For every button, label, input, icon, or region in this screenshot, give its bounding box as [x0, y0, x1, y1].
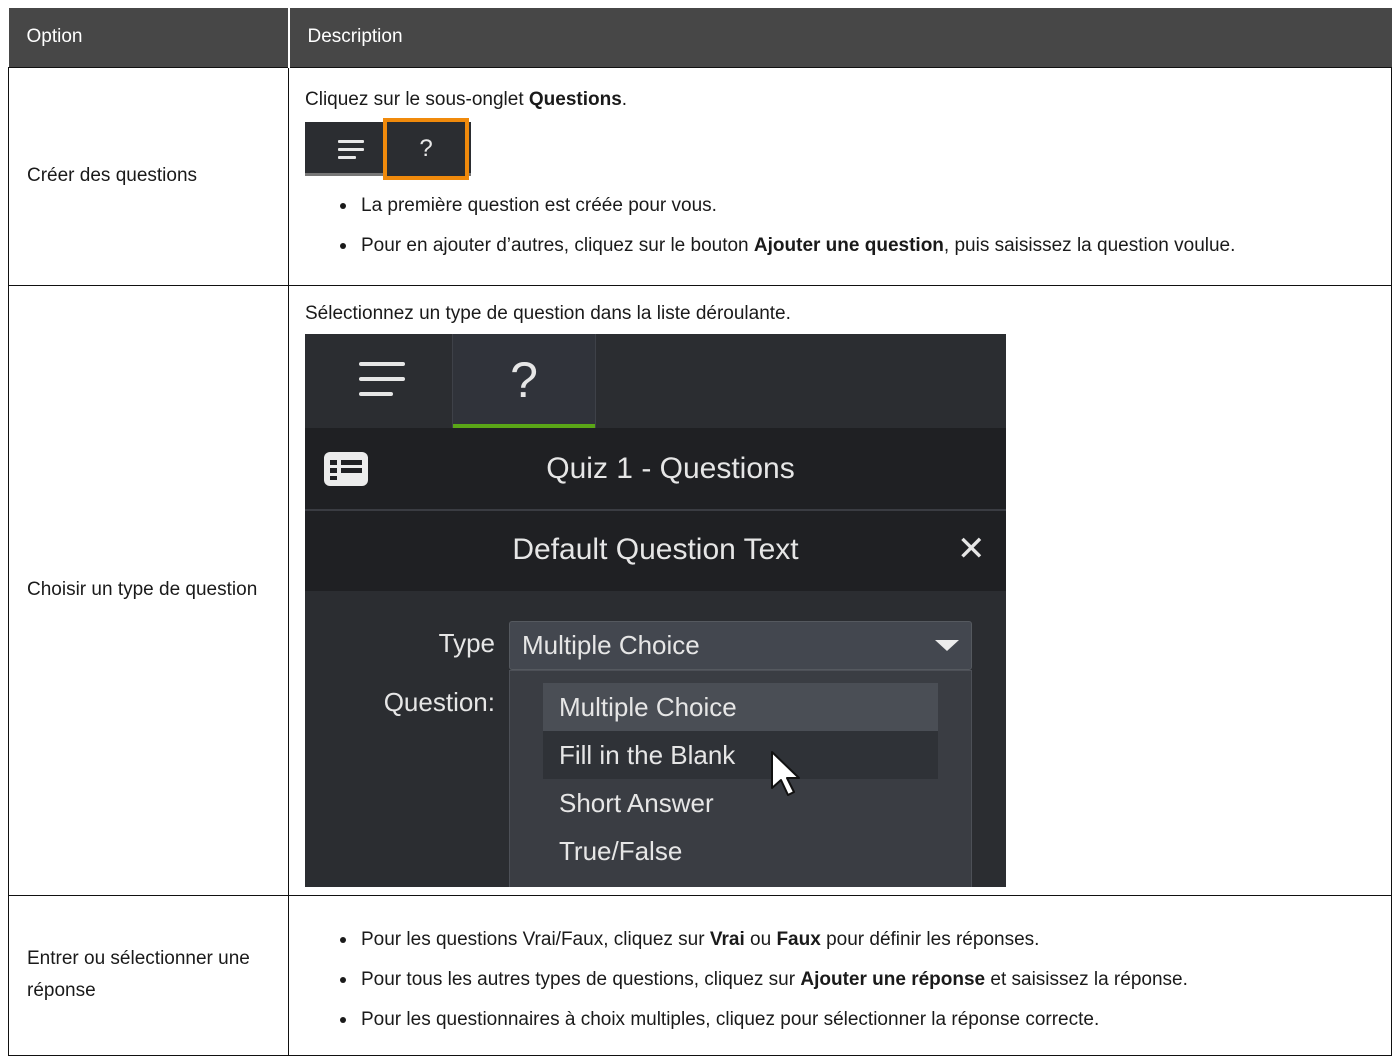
tab-bar: ?	[305, 333, 1006, 428]
dropdown-option: Short Answer	[559, 787, 714, 818]
options-table: Option Description Créer des questions C…	[8, 8, 1392, 1056]
list-item: Pour les questionnaires à choix multiple…	[340, 1000, 1375, 1040]
mouse-cursor-icon	[771, 750, 800, 796]
question-mark-icon: ?	[419, 135, 433, 162]
description-intro: Sélectionnez un type de question dans la…	[305, 302, 791, 324]
questions-subtab-screenshot: ?	[305, 118, 471, 180]
description-cell: Pour les questions Vrai/Faux, cliquez su…	[288, 894, 1392, 1056]
question-title: Default Question Text	[512, 532, 799, 566]
table-row: Entrer ou sélectionner une réponse Pour …	[8, 894, 1392, 1056]
list-item: Pour tous les autres types de questions,…	[340, 960, 1375, 1000]
table-row: Choisir un type de question Sélectionnez…	[8, 284, 1392, 896]
tab-questions: ?	[452, 333, 596, 428]
table-header-row: Option Description	[8, 8, 1392, 67]
question-header: Default Question Text ✕	[305, 510, 1006, 591]
dropdown-option: Fill in the Blank	[543, 730, 938, 779]
question-type-dropdown-screenshot: ? Quiz 1 - Questions Default Question Te…	[305, 333, 1006, 887]
option-cell: Entrer ou sélectionner une réponse	[8, 894, 289, 1056]
quiz-title: Quiz 1 - Questions	[546, 451, 795, 485]
type-select-value: Multiple Choice	[522, 629, 700, 660]
quiz-header: Quiz 1 - Questions	[305, 427, 1006, 511]
type-dropdown-list: Multiple Choice Fill in the Blank Short …	[509, 669, 972, 887]
option-cell: Créer des questions	[8, 66, 289, 286]
description-cell: Cliquez sur le sous-onglet Questions. ? …	[288, 66, 1392, 286]
header-option: Option	[8, 8, 290, 67]
list-item: La première question est créée pour vous…	[340, 186, 1375, 226]
description-cell: Sélectionnez un type de question dans la…	[288, 284, 1392, 896]
table-row: Créer des questions Cliquez sur le sous-…	[8, 66, 1392, 286]
dropdown-option: Multiple Choice	[543, 682, 938, 731]
question-label: Question:	[383, 686, 495, 717]
type-label: Type	[438, 627, 495, 658]
list-item: Pour en ajouter d’autres, cliquez sur le…	[340, 226, 1375, 266]
hamburger-icon	[338, 140, 364, 160]
chevron-down-icon	[935, 639, 959, 651]
list-item: Pour les questions Vrai/Faux, cliquez su…	[340, 920, 1375, 960]
close-icon: ✕	[957, 529, 986, 568]
description-intro: Cliquez sur le sous-onglet Questions.	[305, 89, 628, 110]
option-cell: Choisir un type de question	[8, 284, 289, 896]
bullet-list: Pour les questions Vrai/Faux, cliquez su…	[305, 920, 1375, 1040]
header-description: Description	[288, 8, 1392, 67]
question-mark-icon: ?	[510, 351, 538, 408]
dropdown-option: True/False	[559, 835, 683, 866]
type-select: Multiple Choice	[509, 620, 972, 670]
bullet-list: La première question est créée pour vous…	[305, 186, 1375, 266]
hamburger-icon	[359, 361, 405, 398]
